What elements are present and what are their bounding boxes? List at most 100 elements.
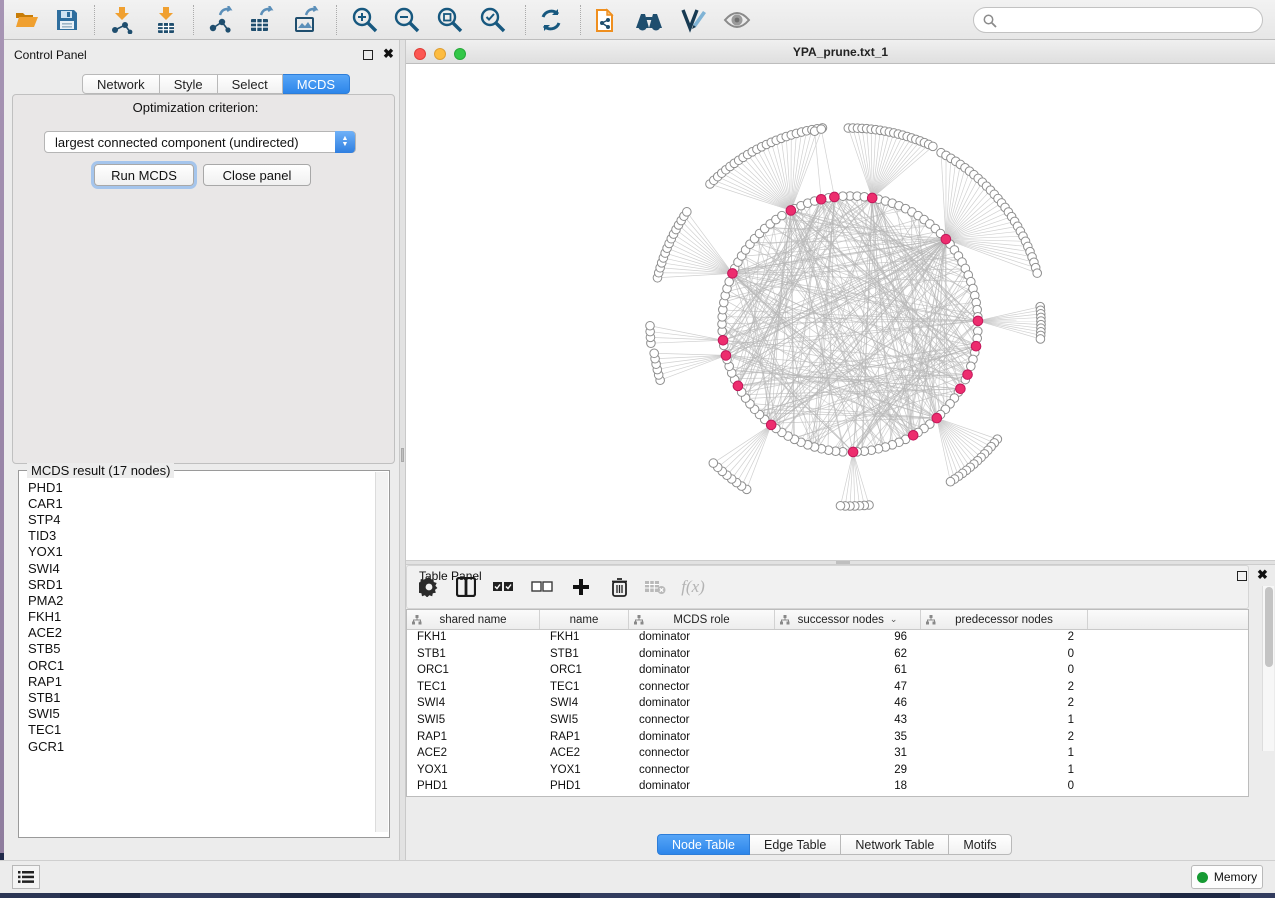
table-row[interactable]: STB1STB1dominator620 — [407, 647, 1248, 664]
table-row[interactable]: FKH1FKH1dominator962 — [407, 630, 1248, 647]
splitter-grip[interactable] — [836, 561, 850, 564]
import-table-button[interactable] — [151, 6, 181, 34]
table-row[interactable]: RAP1RAP1dominator352 — [407, 730, 1248, 747]
graph-hub-node[interactable] — [956, 384, 966, 394]
tab-node-table[interactable]: Node Table — [657, 834, 750, 855]
graph-hub-node[interactable] — [867, 193, 877, 203]
graph-node[interactable] — [725, 277, 734, 286]
table-row[interactable]: SWI5SWI5connector431 — [407, 713, 1248, 730]
graph-node[interactable] — [929, 142, 938, 151]
table-row[interactable]: ACE2ACE2connector311 — [407, 746, 1248, 763]
graph-hub-node[interactable] — [786, 206, 796, 216]
vertical-splitter[interactable] — [399, 40, 406, 860]
tab-motifs[interactable]: Motifs — [949, 834, 1011, 855]
export-network-button[interactable] — [206, 6, 236, 34]
mcds-result-item[interactable]: SRD1 — [20, 576, 372, 592]
graph-hub-node[interactable] — [721, 351, 731, 361]
share-network-document-button[interactable] — [591, 6, 621, 34]
mcds-result-item[interactable]: GCR1 — [20, 738, 372, 754]
table-row[interactable]: TEC1TEC1connector472 — [407, 680, 1248, 697]
float-panel-icon[interactable] — [1237, 571, 1247, 581]
show-hide-button[interactable] — [722, 6, 752, 34]
column-header-successor-nodes[interactable]: successor nodes ⌄ — [775, 610, 921, 629]
mcds-result-item[interactable]: YOX1 — [20, 544, 372, 560]
graph-node[interactable] — [946, 477, 955, 486]
graph-node[interactable] — [778, 211, 787, 220]
graph-hub-node[interactable] — [973, 316, 983, 326]
table-row[interactable]: YOX1YOX1connector291 — [407, 763, 1248, 780]
graph-node[interactable] — [683, 208, 692, 217]
network-window-titlebar[interactable]: YPA_prune.txt_1 — [406, 40, 1275, 64]
mcds-result-item[interactable]: FKH1 — [20, 609, 372, 625]
close-panel-icon[interactable]: ✖ — [383, 49, 394, 59]
graph-hub-node[interactable] — [728, 269, 738, 279]
graph-hub-node[interactable] — [816, 194, 826, 204]
search-network-button[interactable] — [634, 6, 664, 34]
graph-node[interactable] — [646, 321, 655, 330]
mcds-result-item[interactable]: SWI4 — [20, 560, 372, 576]
mcds-result-item[interactable]: SWI5 — [20, 706, 372, 722]
table-scrollbar[interactable] — [1262, 586, 1274, 751]
mcds-result-item[interactable]: STP4 — [20, 511, 372, 527]
column-header-name[interactable]: name — [540, 610, 629, 629]
graph-node[interactable] — [839, 192, 848, 201]
splitter-grip[interactable] — [401, 448, 404, 462]
zoom-selected-button[interactable] — [478, 6, 508, 34]
column-visibility-button[interactable] — [451, 572, 481, 602]
refresh-button[interactable] — [536, 6, 566, 34]
table-row[interactable]: ORC1ORC1dominator610 — [407, 663, 1248, 680]
zoom-out-button[interactable] — [392, 6, 422, 34]
graph-hub-node[interactable] — [830, 192, 840, 202]
mcds-result-list[interactable]: PHD1CAR1STP4TID3YOX1SWI4SRD1PMA2FKH1ACE2… — [20, 479, 372, 831]
task-history-button[interactable] — [12, 865, 40, 889]
mcds-result-item[interactable]: ORC1 — [20, 657, 372, 673]
graph-node[interactable] — [1033, 269, 1042, 278]
graph-hub-node[interactable] — [971, 341, 981, 351]
deselect-all-button[interactable] — [527, 572, 557, 602]
graph-node[interactable] — [650, 349, 659, 358]
search-input[interactable] — [1002, 10, 1252, 30]
graph-node[interactable] — [1036, 335, 1045, 344]
graph-hub-node[interactable] — [848, 447, 858, 457]
mcds-result-item[interactable]: CAR1 — [20, 495, 372, 511]
graph-hub-node[interactable] — [766, 420, 776, 430]
column-header-predecessor-nodes[interactable]: predecessor nodes — [921, 610, 1088, 629]
delete-table-button[interactable] — [640, 572, 670, 602]
tab-network[interactable]: Network — [82, 74, 160, 94]
mcds-result-item[interactable]: ACE2 — [20, 625, 372, 641]
graph-hub-node[interactable] — [963, 370, 973, 380]
tab-select[interactable]: Select — [218, 74, 283, 94]
graph-node[interactable] — [836, 501, 845, 510]
memory-button[interactable]: Memory — [1191, 865, 1263, 889]
run-mcds-button[interactable]: Run MCDS — [94, 164, 194, 186]
graph-hub-node[interactable] — [908, 430, 918, 440]
network-view-canvas[interactable] — [406, 64, 1275, 560]
table-row[interactable]: SWI4SWI4dominator462 — [407, 696, 1248, 713]
mcds-result-item[interactable]: PMA2 — [20, 592, 372, 608]
vizmapper-button[interactable] — [678, 6, 708, 34]
mcds-result-item[interactable]: TID3 — [20, 528, 372, 544]
select-all-button[interactable] — [488, 572, 518, 602]
zoom-in-button[interactable] — [350, 6, 380, 34]
mcds-list-scrollbar[interactable] — [375, 472, 388, 832]
mcds-result-item[interactable]: RAP1 — [20, 673, 372, 689]
table-settings-button[interactable] — [414, 572, 444, 602]
graph-hub-node[interactable] — [718, 335, 728, 345]
tab-style[interactable]: Style — [160, 74, 218, 94]
graph-hub-node[interactable] — [941, 234, 951, 244]
graph-node[interactable] — [967, 362, 976, 371]
network-graph[interactable] — [406, 64, 1275, 560]
zoom-fit-button[interactable] — [435, 6, 465, 34]
search-box[interactable] — [973, 7, 1263, 33]
graph-node[interactable] — [709, 459, 718, 468]
import-network-button[interactable] — [107, 6, 137, 34]
scrollbar-thumb[interactable] — [1265, 587, 1273, 667]
tab-edge-table[interactable]: Edge Table — [750, 834, 841, 855]
add-row-button[interactable] — [566, 572, 596, 602]
mcds-result-item[interactable]: STB1 — [20, 689, 372, 705]
close-panel-icon[interactable]: ✖ — [1257, 570, 1268, 580]
optimization-criterion-select[interactable]: largest connected component (undirected)… — [44, 131, 356, 153]
tab-network-table[interactable]: Network Table — [841, 834, 949, 855]
export-image-button[interactable] — [291, 6, 321, 34]
graph-hub-node[interactable] — [733, 381, 743, 391]
